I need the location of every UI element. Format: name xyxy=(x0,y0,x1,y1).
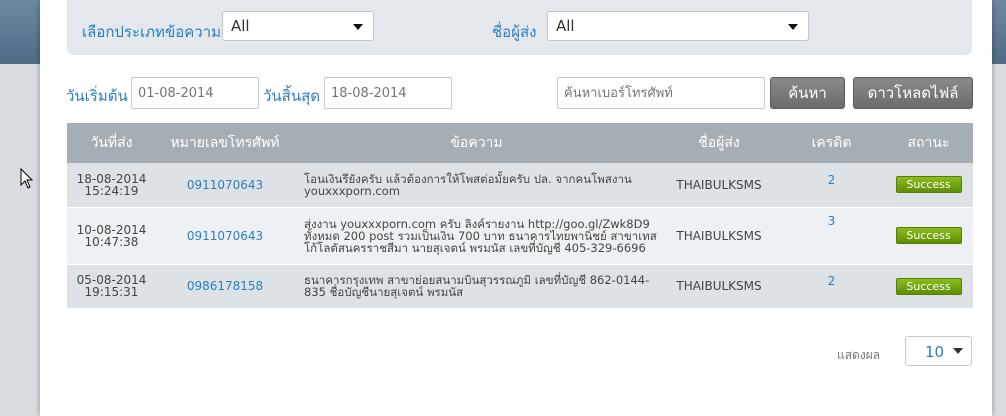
filter-bar: เลือกประเภทข้อความ All ชื่อผู้ส่ง All xyxy=(67,0,972,55)
status-cell: Success xyxy=(884,264,973,309)
credit-link[interactable]: 3 xyxy=(779,214,884,228)
date-cell: 05-08-2014 19:15:31 xyxy=(67,264,156,309)
send-date: 10-08-2014 xyxy=(76,222,147,237)
credit-link[interactable]: 2 xyxy=(779,173,884,187)
send-date: 18-08-2014 xyxy=(76,171,147,186)
phone-link[interactable]: 0911070643 xyxy=(156,207,294,265)
table-row: 10-08-2014 10:47:38 0911070643 ส่งงาน yo… xyxy=(67,207,973,265)
mouse-cursor-icon xyxy=(20,168,34,189)
send-time: 19:15:31 xyxy=(84,285,139,299)
start-date-label: วันเริ่มต้น xyxy=(66,87,128,105)
start-date-input[interactable] xyxy=(131,77,259,109)
sender-name: THAIBULKSMS xyxy=(659,264,779,309)
phone-link[interactable]: 0911070643 xyxy=(156,163,294,208)
table-row: 05-08-2014 19:15:31 0986178158 ธนาคารกรุ… xyxy=(67,264,973,309)
search-button[interactable]: ค้นหา xyxy=(770,77,845,109)
message-type-label: เลือกประเภทข้อความ xyxy=(82,23,221,41)
status-badge: Success xyxy=(895,176,962,194)
credit-value: 2 xyxy=(779,264,884,309)
status-cell: Success xyxy=(884,207,973,265)
status-cell: Success xyxy=(884,163,973,208)
send-time: 10:47:38 xyxy=(84,234,139,249)
credit-value: 2 xyxy=(779,163,884,208)
table-row: 18-08-2014 15:24:19 0911070643 โอนเงินรึ… xyxy=(67,163,973,208)
end-date-label: วันสิ้นสุด xyxy=(263,87,320,105)
message-text: โอนเงินรึยังครับ แล้วต้องการให้โพสต่อมั้… xyxy=(294,163,659,208)
chevron-down-icon xyxy=(353,24,363,30)
message-type-value: All xyxy=(231,17,250,35)
message-table: วันที่ส่ง หมายเลขโทรศัพท์ ข้อความ ชื่อผู… xyxy=(67,123,973,309)
sender-value: All xyxy=(556,17,575,35)
status-badge: Success xyxy=(895,277,962,295)
chevron-down-icon xyxy=(953,348,963,354)
sender-label: ชื่อผู้ส่ง xyxy=(492,23,537,41)
column-header-credit[interactable]: เครดิต xyxy=(779,123,884,163)
status-badge: Success xyxy=(895,227,962,244)
date-cell: 18-08-2014 15:24:19 xyxy=(67,163,156,208)
date-cell: 10-08-2014 10:47:38 xyxy=(67,207,156,265)
phone-link[interactable]: 0986178158 xyxy=(156,264,294,309)
page-size-value: 10 xyxy=(925,343,945,361)
page-size-label: แสดงผล xyxy=(837,348,881,362)
sender-name: THAIBULKSMS xyxy=(659,207,779,265)
message-type-select[interactable]: All xyxy=(222,11,374,41)
chevron-down-icon xyxy=(788,24,798,30)
phone-search-input[interactable] xyxy=(557,77,765,109)
credit-value: 3 xyxy=(779,207,884,265)
column-header-date[interactable]: วันที่ส่ง xyxy=(67,123,156,163)
page-size-select[interactable]: 10 xyxy=(905,336,972,366)
download-file-button[interactable]: ดาวโหลดไฟล์ xyxy=(853,77,973,109)
send-time: 15:24:19 xyxy=(84,183,139,198)
main-panel: เลือกประเภทข้อความ All ชื่อผู้ส่ง All วั… xyxy=(40,0,992,416)
end-date-input[interactable] xyxy=(324,77,452,109)
column-header-phone[interactable]: หมายเลขโทรศัพท์ xyxy=(156,123,294,163)
credit-link[interactable]: 2 xyxy=(779,274,884,288)
column-header-message[interactable]: ข้อความ xyxy=(294,123,659,163)
column-header-sender[interactable]: ชื่อผู้ส่ง xyxy=(659,123,779,163)
column-header-status[interactable]: สถานะ xyxy=(884,123,973,163)
sender-select[interactable]: All xyxy=(547,11,809,41)
sender-name: THAIBULKSMS xyxy=(659,163,779,208)
message-text: ธนาคารกรุงเทพ สาขาย่อยสนามบินสุวรรณภูมิ … xyxy=(294,264,659,309)
message-text: ส่งงาน youxxxporn.com ครับ ลิงค์รายงาน h… xyxy=(294,207,659,265)
table-header-row: วันที่ส่ง หมายเลขโทรศัพท์ ข้อความ ชื่อผู… xyxy=(67,123,973,163)
